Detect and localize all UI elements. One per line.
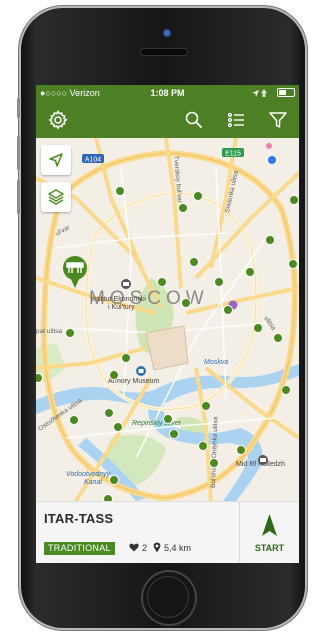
place-title: ITAR-TASS — [44, 511, 114, 526]
place-marker[interactable] — [214, 277, 224, 287]
layers-icon — [48, 189, 64, 205]
poi-icon-museum — [136, 366, 146, 376]
place-marker[interactable] — [121, 353, 131, 363]
place-marker[interactable] — [181, 298, 191, 308]
navigation-arrow-icon — [49, 153, 63, 167]
place-meta: 2 5,4 km — [129, 542, 197, 553]
place-marker[interactable] — [289, 195, 299, 205]
canal-label-vodootvodnyy: Vodootvodnyy — [66, 471, 111, 478]
poi-icon-kolledzh — [258, 455, 268, 465]
place-marker[interactable] — [169, 429, 179, 439]
list-button[interactable] — [222, 106, 250, 134]
distance-value: 5,4 km — [164, 542, 192, 553]
start-navigation-button[interactable]: START — [240, 502, 299, 563]
front-camera — [164, 30, 170, 36]
place-marker[interactable] — [113, 422, 123, 432]
label-institute-line2: i Kul'tury — [108, 304, 135, 311]
likes-count: 2 — [142, 542, 148, 553]
settings-button[interactable] — [44, 106, 72, 134]
place-marker[interactable] — [253, 323, 263, 333]
start-label: START — [254, 543, 285, 553]
road-shield-e115: E115 — [225, 151, 241, 158]
street-label-pat: pat ulitsa — [36, 328, 62, 335]
map-layers-button[interactable] — [41, 182, 71, 212]
place-marker[interactable] — [157, 277, 167, 287]
place-marker[interactable] — [115, 186, 125, 196]
place-marker[interactable] — [198, 441, 208, 451]
status-icons — [250, 87, 295, 98]
place-card[interactable]: ITAR-TASS TRADITIONAL 2 5,4 km START — [36, 501, 299, 563]
river-label-moskva: Moskva — [204, 359, 228, 366]
heart-icon — [129, 543, 139, 552]
mute-switch — [17, 98, 20, 118]
map-canvas: A104 E115 Tverskoy bul'var Sretenka ulit… — [36, 137, 299, 504]
volume-up-button — [17, 136, 20, 170]
poi-icon-institute — [121, 279, 131, 289]
place-marker[interactable] — [223, 305, 233, 315]
location-pin-icon — [153, 542, 161, 553]
status-bar: ●○○○○ Verizon 1:08 PM — [36, 85, 299, 101]
place-marker[interactable] — [36, 373, 43, 383]
place-marker[interactable] — [109, 370, 119, 380]
place-marker[interactable] — [281, 385, 291, 395]
place-marker[interactable] — [69, 415, 79, 425]
place-marker[interactable] — [273, 333, 283, 343]
start-arrow-icon — [262, 514, 277, 536]
search-button[interactable] — [180, 106, 208, 134]
locate-me-button[interactable] — [41, 145, 71, 175]
place-marker[interactable] — [104, 408, 114, 418]
place-marker[interactable] — [245, 267, 255, 277]
earpiece-speaker — [141, 49, 187, 55]
location-arrow-icon — [252, 88, 268, 97]
app-screen: ●○○○○ Verizon 1:08 PM A104 E115 Tverskoy… — [36, 85, 299, 563]
map-view[interactable]: A104 E115 Tverskoy bul'var Sretenka ulit… — [36, 137, 299, 504]
canal-label-kanal: Kanal — [84, 479, 102, 486]
home-button[interactable] — [143, 572, 195, 624]
place-marker[interactable] — [236, 445, 246, 455]
place-marker[interactable] — [178, 203, 188, 213]
place-type-badge: TRADITIONAL — [44, 542, 115, 555]
place-marker[interactable] — [109, 475, 119, 485]
place-marker[interactable] — [193, 191, 203, 201]
place-marker[interactable] — [265, 235, 275, 245]
place-marker[interactable] — [163, 414, 173, 424]
place-marker[interactable] — [209, 458, 219, 468]
place-marker[interactable] — [201, 401, 211, 411]
label-institute: Institut Ekonomiki — [91, 296, 146, 303]
volume-down-button — [17, 180, 20, 214]
filter-icon — [269, 112, 287, 128]
battery-icon — [277, 88, 295, 98]
list-icon — [227, 112, 244, 128]
app-toolbar — [36, 101, 299, 138]
place-marker[interactable] — [189, 257, 199, 267]
place-marker[interactable] — [65, 328, 75, 338]
settings-icon — [48, 110, 68, 130]
place-marker[interactable] — [288, 259, 298, 269]
search-icon — [185, 111, 202, 128]
filter-button[interactable] — [264, 106, 292, 134]
label-repinskiy: Repinskiy skver — [132, 420, 182, 427]
road-shield-a104: A104 — [85, 157, 101, 164]
